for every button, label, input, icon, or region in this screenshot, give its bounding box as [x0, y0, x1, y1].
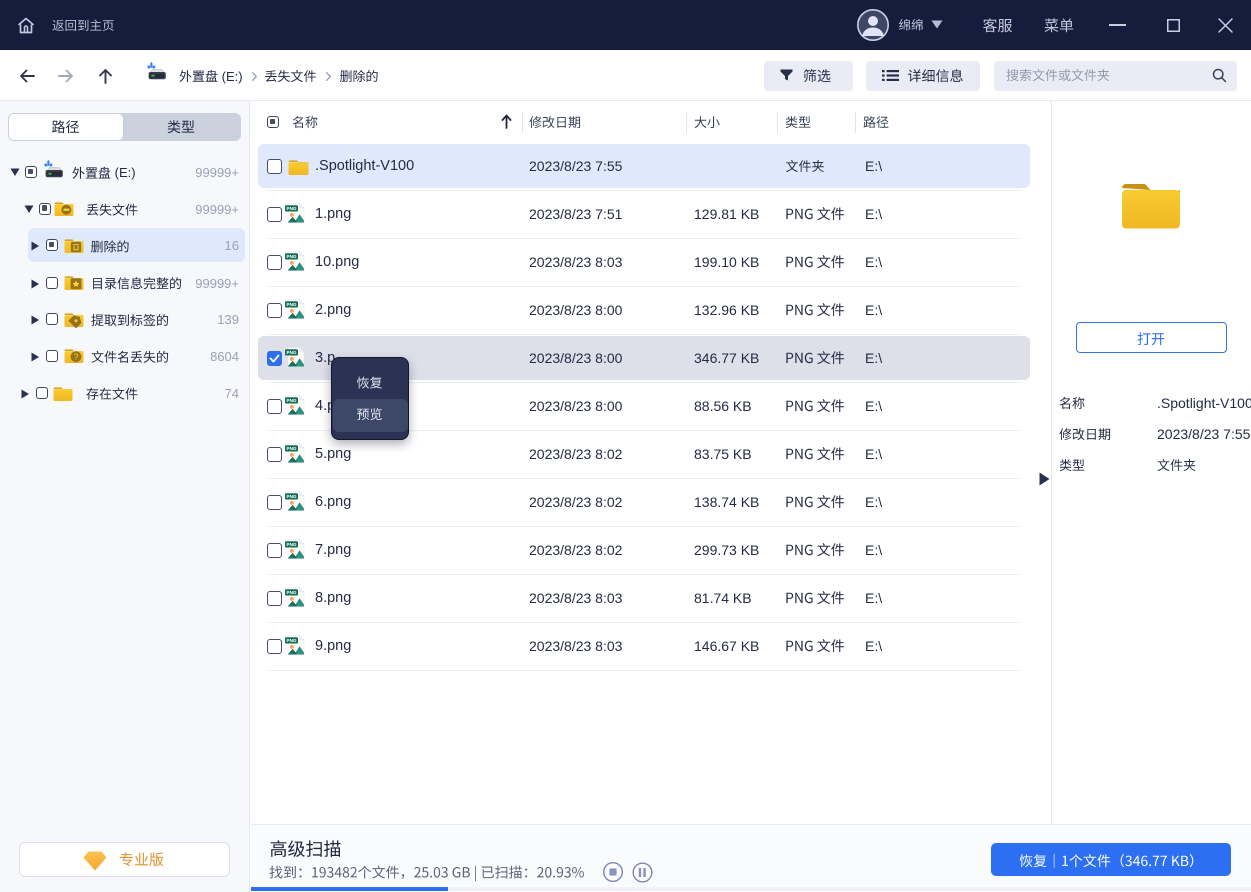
svg-text:PNG: PNG: [287, 446, 297, 451]
svg-text:PNG: PNG: [287, 590, 297, 595]
svg-text:PNG: PNG: [287, 398, 297, 403]
svg-text:PNG: PNG: [287, 350, 297, 355]
svg-text:PNG: PNG: [287, 542, 297, 547]
svg-text:?: ?: [74, 352, 79, 362]
svg-text:PNG: PNG: [287, 302, 297, 307]
svg-text:PNG: PNG: [287, 638, 297, 643]
svg-text:PNG: PNG: [287, 206, 297, 211]
svg-text:PNG: PNG: [287, 494, 297, 499]
svg-text:PNG: PNG: [287, 254, 297, 259]
